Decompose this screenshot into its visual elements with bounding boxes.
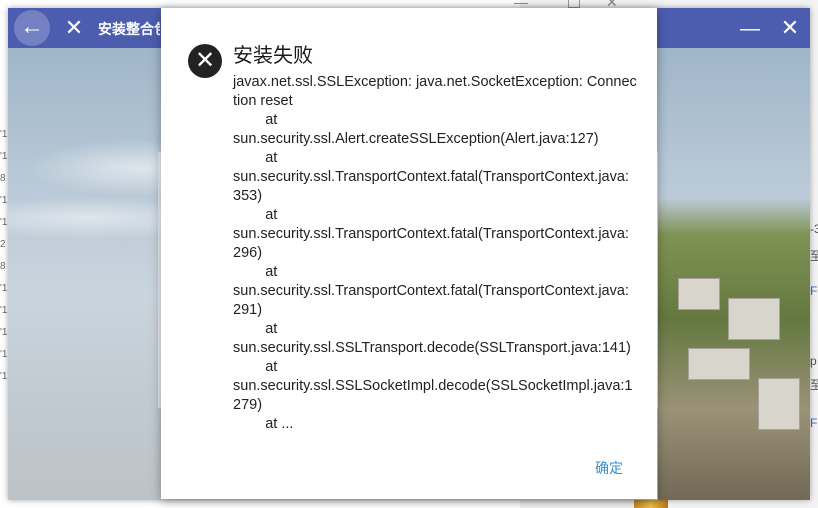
link-fragment[interactable]: F: [810, 284, 817, 298]
text-fragment: 2: [0, 239, 6, 250]
text-fragment: -3: [810, 222, 818, 236]
text-fragment: 至: [810, 249, 818, 263]
arrow-left-icon: ←: [20, 13, 44, 40]
close-icon: ✕: [780, 15, 800, 40]
text-fragment: '1: [0, 371, 8, 382]
text-fragment: 8: [0, 261, 6, 272]
scenery-block: [678, 278, 720, 310]
text-fragment: '1: [0, 129, 8, 140]
scenery-block: [728, 298, 780, 340]
text-fragment: '1: [0, 151, 8, 162]
close-icon: ✕: [64, 15, 84, 40]
minimize-button[interactable]: —: [738, 14, 762, 42]
text-fragment: '1: [0, 195, 8, 206]
text-fragment: 8: [0, 173, 6, 184]
dialog-title: 安装失败: [233, 45, 313, 67]
text-fragment: '1: [0, 283, 8, 294]
text-fragment: '1: [0, 327, 8, 338]
text-fragment: '1: [0, 349, 8, 360]
minimize-icon: —: [740, 18, 760, 40]
error-message: javax.net.ssl.SSLException: java.net.Soc…: [233, 74, 637, 432]
scenery-terrain: [658, 198, 810, 500]
link-fragment[interactable]: F: [810, 416, 817, 430]
window-close-button[interactable]: ✕: [778, 14, 802, 42]
error-dialog: ✕ 安装失败 javax.net.ssl.SSLException: java.…: [161, 8, 657, 499]
back-button[interactable]: ←: [14, 10, 50, 46]
confirm-button[interactable]: 确定: [591, 456, 627, 480]
background-left-text: '1 '1 8 '1 '1 2 8 '1 '1 '1 '1 '1: [0, 124, 8, 388]
window-title: 安装整合包: [98, 21, 160, 37]
background-maximize-icon: [568, 0, 580, 8]
close-page-button[interactable]: ✕: [62, 14, 86, 42]
text-fragment: '1: [0, 217, 8, 228]
text-fragment: 至: [810, 378, 818, 392]
text-fragment: p: [810, 354, 817, 368]
text-fragment: '1: [0, 305, 8, 316]
scenery-block: [688, 348, 750, 380]
scenery-block: [758, 378, 800, 430]
error-icon: ✕: [188, 44, 222, 78]
